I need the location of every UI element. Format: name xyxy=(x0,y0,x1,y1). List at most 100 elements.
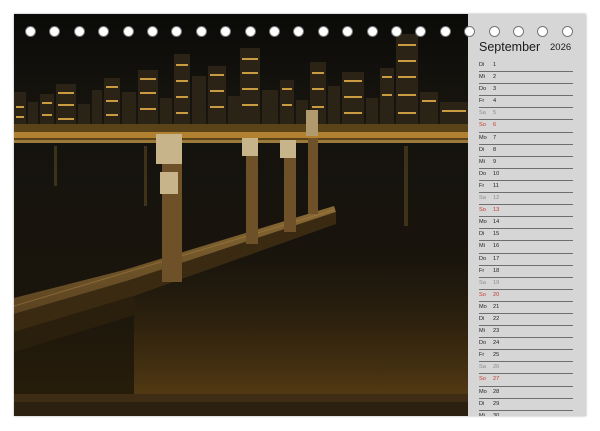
weekday-name: So xyxy=(479,291,486,298)
day-number: 3 xyxy=(493,86,497,93)
day-number: 8 xyxy=(493,146,497,153)
day-row: Mi 9 xyxy=(479,157,573,169)
weekday-name: Mi xyxy=(479,412,485,416)
day-row: Sa 26 xyxy=(479,362,573,375)
weekday-name: So xyxy=(479,376,486,383)
weekday-name: Do xyxy=(479,340,487,347)
binding-hole-icon xyxy=(561,26,573,37)
weekday-name: Di xyxy=(479,400,485,407)
weekday-name: Di xyxy=(479,315,485,322)
day-row: So 27 xyxy=(479,374,573,387)
weekday-name: So xyxy=(479,207,486,214)
day-number: 6 xyxy=(493,122,497,129)
binding-hole-icon xyxy=(366,26,378,37)
weekday-name: Sa xyxy=(479,364,486,371)
binding-hole-icon xyxy=(122,26,134,37)
day-row: Mo 7 xyxy=(479,133,573,145)
day-row: Di 15 xyxy=(479,229,573,242)
binding-hole-icon xyxy=(488,26,500,37)
binding-hole-icon xyxy=(513,26,524,37)
day-number: 16 xyxy=(493,243,500,250)
day-number: 28 xyxy=(493,388,500,395)
weekday-name: Di xyxy=(479,62,485,68)
day-row: Fr 25 xyxy=(479,350,573,363)
day-row: Mi 30 xyxy=(479,411,573,416)
day-number: 29 xyxy=(493,400,500,407)
day-list: Di 1 Mi 2 Do 3 Fr 4 Sa 5 So 6 Mo 7 Di 8 Mi 9 Do 10 Fr 11 Sa 12 S… xyxy=(468,60,586,416)
day-number: 30 xyxy=(493,412,500,416)
binding-hole-icon xyxy=(269,26,280,37)
day-number: 10 xyxy=(493,170,500,177)
binding-hole-icon xyxy=(147,26,158,37)
weekday-name: Fr xyxy=(479,352,485,359)
day-row: Sa 19 xyxy=(479,278,573,290)
weekday-name: Mi xyxy=(479,74,485,81)
day-row: Mi 23 xyxy=(479,326,573,339)
day-number: 12 xyxy=(493,195,500,202)
day-row: Di 1 xyxy=(479,60,573,73)
binding-hole-icon xyxy=(244,26,256,37)
calendar-panel: September 2026 Di 1 Mi 2 Do 3 Fr 4 Sa 5 So 6 Mo 7 Di 8 M… xyxy=(468,14,586,416)
binding-hole-icon xyxy=(391,26,402,37)
day-number: 20 xyxy=(493,291,500,298)
day-number: 7 xyxy=(493,134,497,141)
day-number: 14 xyxy=(493,219,500,226)
weekday-name: Mo xyxy=(479,219,487,226)
day-row: Di 22 xyxy=(479,314,573,327)
day-row: Fr 11 xyxy=(479,181,573,194)
calendar-page: September 2026 Di 1 Mi 2 Do 3 Fr 4 Sa 5 So 6 Mo 7 Di 8 M… xyxy=(14,14,586,416)
day-row: Di 29 xyxy=(479,399,573,411)
day-number: 22 xyxy=(493,315,500,322)
day-row: So 6 xyxy=(479,120,573,133)
day-number: 26 xyxy=(493,364,500,371)
binding-hole-icon xyxy=(317,26,329,37)
day-number: 5 xyxy=(493,110,497,117)
day-row: Di 8 xyxy=(479,145,573,157)
day-number: 4 xyxy=(493,98,497,105)
day-row: So 20 xyxy=(479,290,573,302)
binding-hole-icon xyxy=(439,26,451,37)
weekday-name: Mo xyxy=(479,134,487,141)
day-number: 25 xyxy=(493,352,500,359)
weekday-name: So xyxy=(479,122,486,129)
day-number: 23 xyxy=(493,328,500,335)
day-number: 27 xyxy=(493,376,500,383)
binding-hole-icon xyxy=(73,26,85,37)
weekday-name: Fr xyxy=(479,182,485,189)
day-row: Do 24 xyxy=(479,338,573,351)
day-number: 19 xyxy=(493,279,500,286)
weekday-name: Fr xyxy=(479,98,485,105)
weekday-name: Sa xyxy=(479,110,486,117)
weekday-name: Mi xyxy=(479,158,485,165)
day-row: Mo 14 xyxy=(479,217,573,230)
weekday-name: Do xyxy=(479,86,487,93)
month-label: September xyxy=(479,40,541,54)
day-number: 2 xyxy=(493,74,497,81)
weekday-name: Di xyxy=(479,146,485,153)
day-number: 15 xyxy=(493,231,500,238)
weekday-name: Sa xyxy=(479,195,486,202)
day-row: Sa 5 xyxy=(479,108,573,121)
day-row: Do 17 xyxy=(479,254,573,266)
spiral-binding xyxy=(0,0,600,37)
weekday-name: Di xyxy=(479,231,485,238)
day-row: Fr 4 xyxy=(479,96,573,109)
day-number: 18 xyxy=(493,267,500,274)
day-row: Do 3 xyxy=(479,84,573,97)
day-row: Do 10 xyxy=(479,169,573,181)
day-number: 24 xyxy=(493,340,500,347)
night-skyline-photo xyxy=(14,14,468,416)
day-number: 1 xyxy=(493,62,497,68)
month-header: September 2026 xyxy=(468,40,586,58)
day-row: Mo 21 xyxy=(479,302,573,314)
day-number: 13 xyxy=(493,207,500,214)
weekday-name: Fr xyxy=(479,267,485,274)
day-row: Mo 28 xyxy=(479,387,573,399)
weekday-name: Mo xyxy=(479,303,487,310)
binding-hole-icon xyxy=(195,26,207,37)
weekday-name: Mi xyxy=(479,243,485,250)
day-number: 11 xyxy=(493,182,499,189)
day-row: Fr 18 xyxy=(479,266,573,278)
day-row: Mi 16 xyxy=(479,241,573,254)
day-number: 21 xyxy=(493,303,500,310)
